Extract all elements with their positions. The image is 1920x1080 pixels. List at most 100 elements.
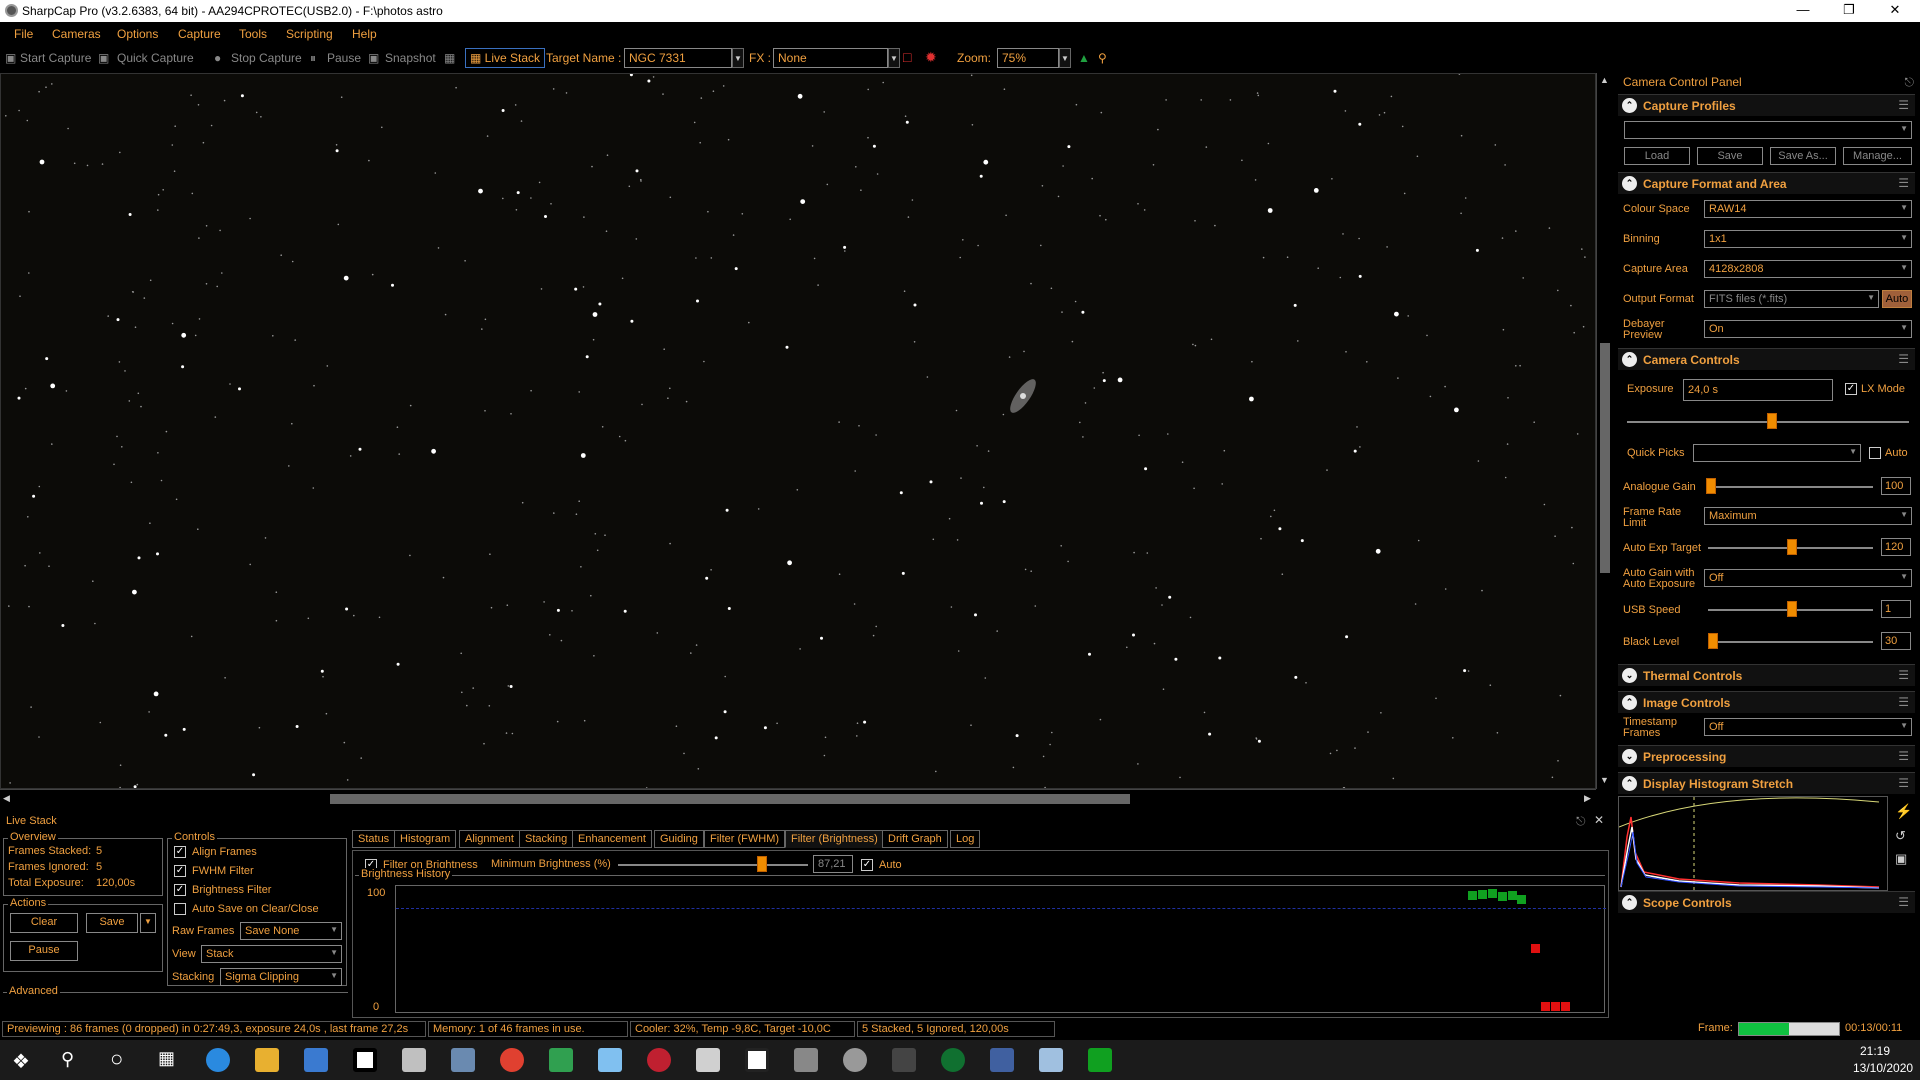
- auto-brightness-checkbox[interactable]: ✓: [861, 859, 873, 871]
- binning-select[interactable]: 1x1 ▼: [1704, 230, 1912, 248]
- collapse-icon[interactable]: ⌃: [1622, 776, 1637, 791]
- histogram-stretch-header[interactable]: ⌃ Display Histogram Stretch ☰: [1618, 772, 1915, 794]
- save-icon[interactable]: ▣: [1895, 851, 1907, 867]
- manage-profiles-button[interactable]: Manage...: [1843, 147, 1912, 165]
- sharpcap-icon[interactable]: [843, 1048, 867, 1072]
- snapshot-button[interactable]: Snapshot: [385, 51, 436, 65]
- reticle-icon[interactable]: ✹: [925, 49, 937, 66]
- scroll-left-icon[interactable]: ◀: [3, 793, 10, 804]
- edge-icon[interactable]: [206, 1048, 230, 1072]
- image-preview[interactable]: [0, 73, 1596, 789]
- expand-icon[interactable]: ⌄: [1622, 668, 1637, 683]
- image-controls-header[interactable]: ⌃ Image Controls ☰: [1618, 691, 1915, 713]
- start-capture-button[interactable]: Start Capture: [20, 51, 91, 65]
- save-options-dropdown-icon[interactable]: ▼: [140, 913, 156, 933]
- restore-icon[interactable]: ❐: [1826, 0, 1872, 22]
- snowflake-icon[interactable]: [598, 1048, 622, 1072]
- capture-profiles-header[interactable]: ⌃ Capture Profiles ☰: [1618, 94, 1915, 116]
- live-stack-button[interactable]: ▦ Live Stack: [465, 48, 546, 68]
- stacking-select[interactable]: Sigma Clipping ▼: [220, 968, 342, 986]
- min-brightness-slider[interactable]: [618, 864, 808, 866]
- fx-dropdown-icon[interactable]: ▼: [888, 48, 900, 68]
- menu-scripting[interactable]: Scripting: [286, 27, 333, 41]
- collapse-icon[interactable]: ⌃: [1622, 895, 1637, 910]
- select-area-icon[interactable]: □: [903, 49, 911, 65]
- collapse-icon[interactable]: ⌃: [1622, 352, 1637, 367]
- quick-picks-select[interactable]: ▼: [1693, 444, 1861, 462]
- app-icon[interactable]: [353, 1048, 377, 1072]
- histogram-stretch-graph[interactable]: [1618, 796, 1888, 891]
- scanner-icon[interactable]: [1039, 1048, 1063, 1072]
- auto-exp-target-knob[interactable]: [1787, 539, 1797, 555]
- clock-date[interactable]: 13/10/2020: [1853, 1061, 1913, 1075]
- scroll-right-icon[interactable]: ▶: [1584, 793, 1591, 804]
- load-profile-button[interactable]: Load: [1624, 147, 1690, 165]
- close-icon[interactable]: ✕: [1872, 0, 1918, 22]
- search-icon[interactable]: ⚲: [61, 1049, 74, 1070]
- usb-speed-knob[interactable]: [1787, 601, 1797, 617]
- minimize-icon[interactable]: —: [1780, 0, 1826, 22]
- task-view-icon[interactable]: ▦: [158, 1048, 175, 1069]
- lx-mode-checkbox[interactable]: ✓: [1845, 383, 1857, 395]
- paint-icon[interactable]: [402, 1048, 426, 1072]
- auto-exp-target-input[interactable]: 120: [1881, 538, 1911, 556]
- tab-stacking[interactable]: Stacking: [519, 830, 574, 848]
- usb-speed-input[interactable]: 1: [1881, 600, 1911, 618]
- pixinsight-icon[interactable]: [745, 1048, 769, 1072]
- menu-capture[interactable]: Capture: [178, 27, 221, 41]
- file-explorer-icon[interactable]: [255, 1048, 279, 1072]
- magnify-icon[interactable]: ⚲: [1098, 51, 1107, 65]
- debayer-preview-select[interactable]: On ▼: [1704, 320, 1912, 338]
- min-brightness-knob[interactable]: [757, 856, 768, 872]
- collapse-icon[interactable]: ⌃: [1622, 98, 1637, 113]
- mail-icon[interactable]: [304, 1048, 328, 1072]
- preprocessing-header[interactable]: ⌄ Preprocessing ☰: [1618, 745, 1915, 767]
- horizontal-scrollbar[interactable]: ◀ ▶: [0, 789, 1596, 807]
- pause-button[interactable]: Pause: [327, 51, 361, 65]
- windows-start-icon[interactable]: ❖: [12, 1049, 30, 1074]
- auto-stretch-icon[interactable]: ⚡: [1895, 803, 1912, 820]
- color-tool-icon[interactable]: [549, 1048, 573, 1072]
- exposure-input[interactable]: 24,0 s: [1683, 379, 1833, 401]
- black-level-knob[interactable]: [1708, 633, 1718, 649]
- cortana-icon[interactable]: ○: [110, 1046, 123, 1072]
- pin-icon[interactable]: ⎋: [1905, 75, 1915, 90]
- capture-format-header[interactable]: ⌃ Capture Format and Area ☰: [1618, 172, 1915, 194]
- stop-capture-button[interactable]: Stop Capture: [231, 51, 302, 65]
- reset-icon[interactable]: ↺: [1895, 828, 1906, 844]
- tab-filter-brightness[interactable]: Filter (Brightness): [785, 830, 884, 848]
- black-level-slider[interactable]: [1708, 641, 1873, 643]
- tab-guiding[interactable]: Guiding: [654, 830, 704, 848]
- tab-histogram[interactable]: Histogram: [394, 830, 457, 848]
- tab-log[interactable]: Log: [950, 830, 981, 848]
- target-name-input[interactable]: NGC 7331: [624, 48, 732, 68]
- zoom-dropdown-icon[interactable]: ▼: [1059, 48, 1071, 68]
- fwhm-filter-checkbox[interactable]: ✓: [174, 865, 186, 877]
- output-format-select[interactable]: FITS files (*.fits) ▼: [1704, 290, 1879, 308]
- menu-help[interactable]: Help: [352, 27, 377, 41]
- auto-save-checkbox[interactable]: [174, 903, 186, 915]
- menu-icon[interactable]: ☰: [1898, 352, 1909, 366]
- guiding-app-icon[interactable]: [1088, 1048, 1112, 1072]
- quick-picks-auto-checkbox[interactable]: [1869, 447, 1881, 459]
- save-as-profile-button[interactable]: Save As...: [1770, 147, 1836, 165]
- menu-icon[interactable]: ☰: [1898, 98, 1909, 112]
- zoom-select[interactable]: 75%: [997, 48, 1059, 68]
- scroll-up-icon[interactable]: ▲: [1600, 75, 1609, 85]
- raw-frames-select[interactable]: Save None ▼: [240, 922, 342, 940]
- image-tool-icon[interactable]: [990, 1048, 1014, 1072]
- min-brightness-input[interactable]: 87,21: [813, 855, 853, 873]
- exposure-slider-knob[interactable]: [1767, 413, 1777, 429]
- collapse-icon[interactable]: ⌃: [1622, 695, 1637, 710]
- stacker-icon[interactable]: [794, 1048, 818, 1072]
- align-frames-checkbox[interactable]: ✓: [174, 846, 186, 858]
- profile-select[interactable]: ▼: [1624, 121, 1912, 139]
- auto-output-format-button[interactable]: Auto: [1882, 290, 1912, 308]
- advanced-title[interactable]: Advanced: [7, 985, 60, 997]
- frame-rate-select[interactable]: Maximum ▼: [1704, 507, 1912, 525]
- vertical-scrollbar[interactable]: ▲ ▼: [1596, 73, 1612, 789]
- menu-icon[interactable]: ☰: [1898, 776, 1909, 790]
- fx-select[interactable]: None: [773, 48, 888, 68]
- analogue-gain-knob[interactable]: [1706, 478, 1716, 494]
- pause-stack-button[interactable]: Pause: [10, 941, 78, 961]
